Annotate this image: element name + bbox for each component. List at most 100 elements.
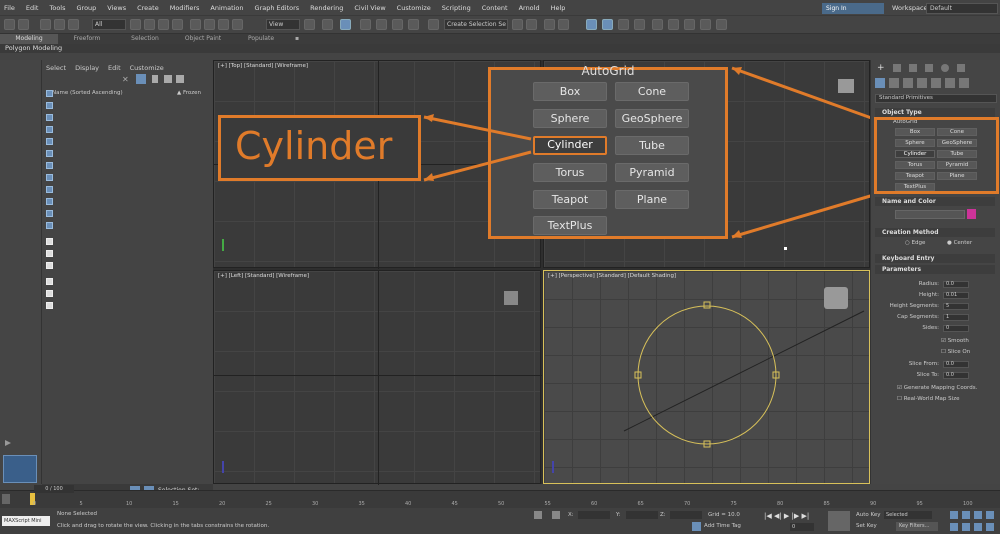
- toggle-scene-explorer-icon[interactable]: [544, 19, 555, 30]
- slice-to-input[interactable]: 0.0: [943, 372, 969, 379]
- unlink-icon[interactable]: [54, 19, 65, 30]
- menu-animation[interactable]: Animation: [210, 4, 243, 12]
- current-frame-input[interactable]: 0: [790, 523, 814, 531]
- hierarchy-icon[interactable]: [164, 75, 172, 83]
- ribbon-options-icon[interactable]: ▪: [290, 34, 304, 44]
- selection-filter-dropdown[interactable]: All: [92, 19, 126, 30]
- undo-icon[interactable]: [4, 19, 15, 30]
- snaps-toggle-icon[interactable]: [360, 19, 371, 30]
- display-lights-icon[interactable]: [46, 126, 53, 133]
- viewport-layouts-icon[interactable]: [3, 455, 37, 483]
- add-time-tag[interactable]: Add Time Tag: [704, 523, 741, 529]
- keyboard-shortcut-override-icon[interactable]: [340, 19, 351, 30]
- zoom-textplus-button[interactable]: TextPlus: [533, 216, 607, 235]
- link-icon[interactable]: [40, 19, 51, 30]
- rectangular-selection-icon[interactable]: [158, 19, 169, 30]
- toggle-layer-explorer-icon[interactable]: [558, 19, 569, 30]
- pivot-center-icon[interactable]: [304, 19, 315, 30]
- zoom-icon[interactable]: [950, 511, 958, 519]
- geometry-icon[interactable]: [875, 78, 885, 88]
- systems-icon[interactable]: [959, 78, 969, 88]
- zoom-sphere-button[interactable]: Sphere: [533, 109, 607, 128]
- set-key-icon[interactable]: [828, 511, 850, 531]
- motion-tab-icon[interactable]: [925, 64, 933, 72]
- a360-gallery-icon[interactable]: [716, 19, 727, 30]
- menu-create[interactable]: Create: [137, 4, 159, 12]
- tab-populate[interactable]: Populate: [232, 34, 290, 44]
- menu-edit[interactable]: Edit: [26, 4, 39, 12]
- menu-customize[interactable]: Customize: [130, 64, 164, 72]
- slice-on-checkbox[interactable]: ☐ Slice On: [941, 349, 970, 355]
- real-world-map-checkbox[interactable]: ☐ Real-World Map Size: [897, 396, 959, 402]
- scale-icon[interactable]: [218, 19, 229, 30]
- zoom-extents-icon[interactable]: [974, 511, 982, 519]
- schematic-view-icon[interactable]: [618, 19, 629, 30]
- display-frozen-icon[interactable]: [46, 222, 53, 229]
- angle-snap-icon[interactable]: [376, 19, 387, 30]
- frame-counter[interactable]: 0 / 100: [34, 485, 74, 493]
- menu-rendering[interactable]: Rendering: [310, 4, 343, 12]
- lock-icon[interactable]: [152, 75, 158, 83]
- layer-icon[interactable]: [176, 75, 184, 83]
- find-icon[interactable]: [46, 278, 53, 285]
- maxscript-listener[interactable]: MAXScript Mini: [2, 516, 50, 526]
- selection-lock-icon[interactable]: [552, 511, 560, 519]
- rotate-icon[interactable]: [204, 19, 215, 30]
- display-bones-icon[interactable]: [46, 198, 53, 205]
- zoom-extents-all-icon[interactable]: [986, 511, 994, 519]
- menu-edit[interactable]: Edit: [108, 64, 121, 72]
- tab-freeform[interactable]: Freeform: [58, 34, 116, 44]
- set-key-button[interactable]: Set Key: [856, 523, 877, 529]
- zoom-pyramid-button[interactable]: Pyramid: [615, 163, 689, 182]
- time-tag-icon[interactable]: [692, 522, 701, 531]
- place-icon[interactable]: [232, 19, 243, 30]
- cap-segments-input[interactable]: 1: [943, 314, 969, 321]
- zoom-geosphere-button[interactable]: GeoSphere: [615, 109, 689, 128]
- mirror-icon[interactable]: [512, 19, 523, 30]
- display-cameras-icon[interactable]: [46, 138, 53, 145]
- select-invert-icon[interactable]: [46, 262, 53, 269]
- render-in-cloud-icon[interactable]: [700, 19, 711, 30]
- hierarchy-tab-icon[interactable]: [909, 64, 917, 72]
- filter-icon[interactable]: [136, 74, 146, 84]
- x-coordinate-input[interactable]: [578, 511, 610, 519]
- display-helpers-icon[interactable]: [46, 150, 53, 157]
- auto-key-button[interactable]: Auto Key: [856, 512, 881, 518]
- shapes-icon[interactable]: [889, 78, 899, 88]
- filter-funnel-icon[interactable]: [46, 290, 53, 297]
- spinner-snap-icon[interactable]: [408, 19, 419, 30]
- modify-tab-icon[interactable]: [893, 64, 901, 72]
- edit-named-selections-icon[interactable]: [428, 19, 439, 30]
- options-icon[interactable]: [46, 302, 53, 309]
- keyboard-entry-rollout[interactable]: Keyboard Entry: [875, 254, 995, 263]
- object-type-rollout[interactable]: Object Type: [875, 108, 995, 117]
- space-warps-icon[interactable]: [945, 78, 955, 88]
- height-input[interactable]: 0.01: [943, 292, 969, 299]
- display-groups-icon[interactable]: [46, 174, 53, 181]
- create-tab-icon[interactable]: +: [877, 64, 885, 73]
- column-name[interactable]: Name (Sorted Ascending): [52, 90, 123, 96]
- name-and-color-rollout[interactable]: Name and Color: [875, 197, 995, 206]
- named-selection-set-dropdown[interactable]: Create Selection Se: [444, 19, 508, 30]
- display-xrefs-icon[interactable]: [46, 186, 53, 193]
- zoom-torus-button[interactable]: Torus: [533, 163, 607, 182]
- viewport-left[interactable]: [+] [Left] [Standard] [Wireframe]: [213, 270, 542, 485]
- menu-views[interactable]: Views: [107, 4, 126, 12]
- smooth-checkbox[interactable]: ☑ Smooth: [941, 338, 969, 344]
- rendered-frame-window-icon[interactable]: [668, 19, 679, 30]
- select-by-name-icon[interactable]: [144, 19, 155, 30]
- display-shapes-icon[interactable]: [46, 114, 53, 121]
- edge-radio[interactable]: ○ Edge: [905, 240, 925, 246]
- height-segments-input[interactable]: 5: [943, 303, 969, 310]
- display-space-warps-icon[interactable]: [46, 162, 53, 169]
- menu-tools[interactable]: Tools: [49, 4, 65, 12]
- geometry-type-dropdown[interactable]: Standard Primitives: [875, 94, 997, 103]
- helpers-icon[interactable]: [931, 78, 941, 88]
- key-filters-button[interactable]: Key Filters...: [896, 522, 938, 531]
- redo-icon[interactable]: [18, 19, 29, 30]
- isolate-selection-icon[interactable]: [534, 511, 542, 519]
- display-tab-icon[interactable]: [941, 64, 949, 72]
- window-crossing-icon[interactable]: [172, 19, 183, 30]
- viewcube-icon[interactable]: [504, 291, 518, 305]
- viewport-label-left[interactable]: [+] [Left] [Standard] [Wireframe]: [218, 273, 309, 279]
